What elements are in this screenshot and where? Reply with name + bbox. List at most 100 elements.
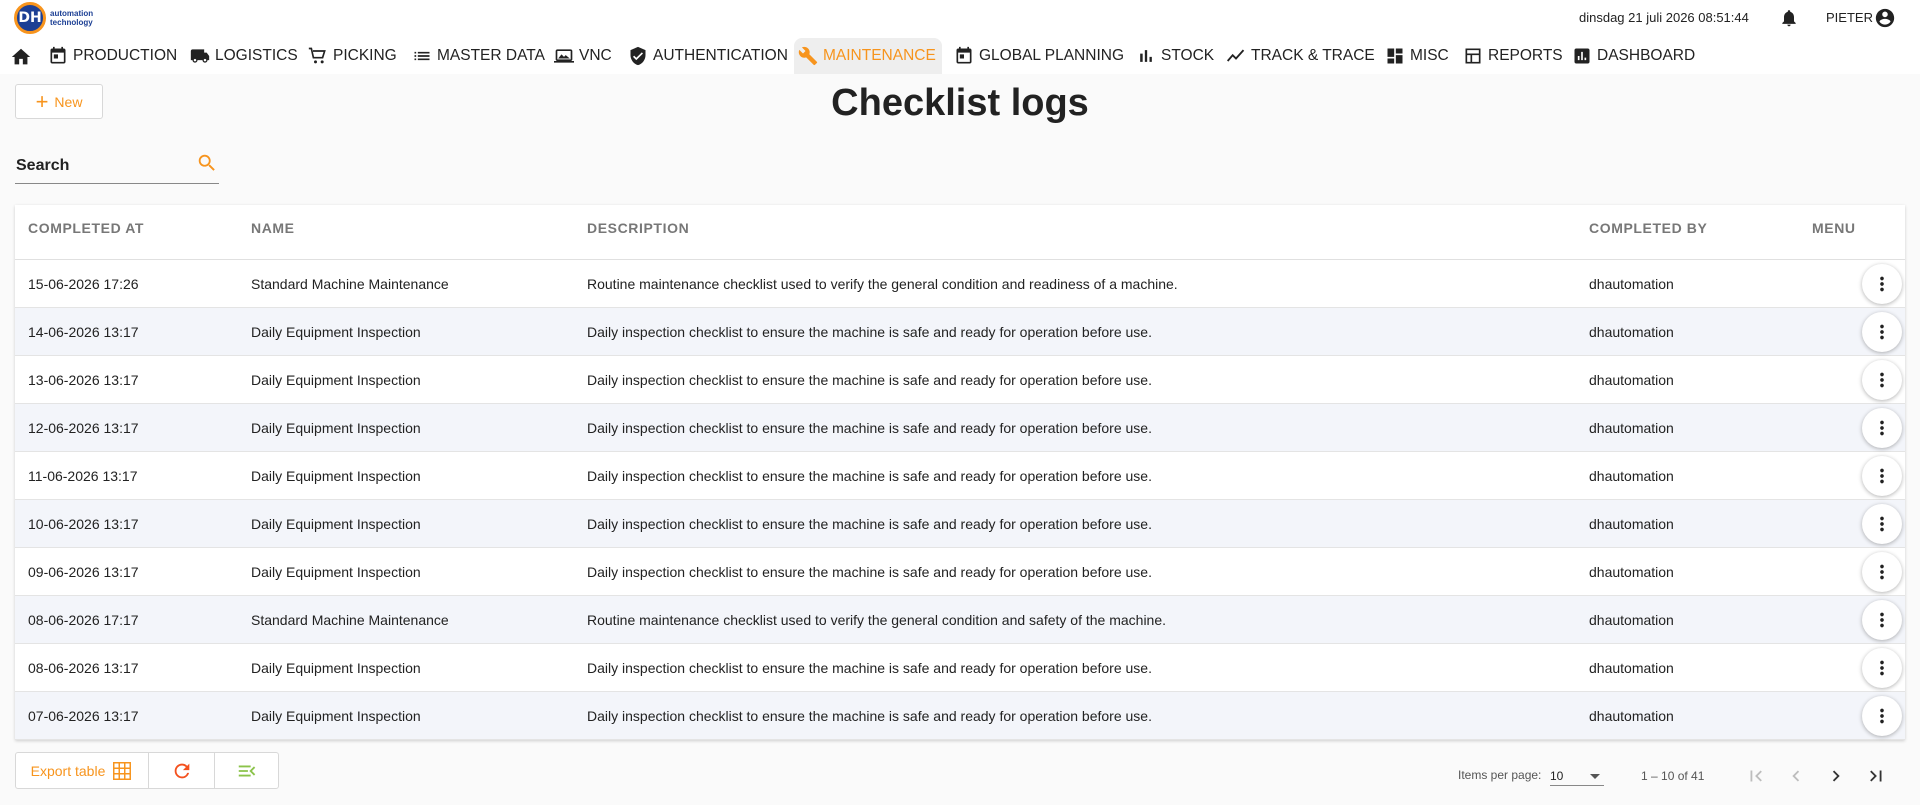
nav-label: TRACK & TRACE — [1251, 47, 1375, 64]
cell-description: Daily inspection checklist to ensure the… — [587, 372, 1152, 388]
last-page-button[interactable] — [1860, 760, 1892, 792]
calendar-icon — [956, 46, 972, 64]
row-menu-button[interactable] — [1862, 504, 1902, 544]
previous-page-button[interactable] — [1780, 760, 1812, 792]
table-row[interactable]: 07-06-2026 13:17 Daily Equipment Inspecti… — [15, 692, 1905, 740]
bar-chart-icon — [1140, 50, 1152, 62]
items-per-page-select[interactable]: 10 — [1550, 762, 1604, 786]
table-row[interactable]: 15-06-2026 17:26 Standard Machine Mainten… — [15, 260, 1905, 308]
cell-completed-at: 15-06-2026 17:26 — [28, 276, 139, 292]
nav-global-planning[interactable]: GLOBAL PLANNING — [954, 38, 1124, 74]
cell-description: Daily inspection checklist to ensure the… — [587, 516, 1152, 532]
nav-logistics[interactable]: LOGISTICS — [190, 38, 298, 74]
nav-authentication[interactable]: AUTHENTICATION — [628, 38, 788, 74]
search-icon[interactable] — [196, 152, 218, 174]
search-field — [15, 148, 219, 184]
cell-description: Routine maintenance checklist used to ve… — [587, 612, 1167, 628]
row-menu-button[interactable] — [1862, 456, 1902, 496]
logo-line-1: automation — [50, 9, 94, 18]
last-page-icon — [1870, 770, 1882, 782]
cell-name: Standard Machine Maintenance — [251, 276, 449, 292]
cell-name: Standard Machine Maintenance — [251, 612, 449, 628]
table-row[interactable]: 08-06-2026 17:17 Standard Machine Mainten… — [15, 596, 1905, 644]
column-header-completed-by[interactable]: COMPLETED BY — [1589, 220, 1707, 236]
first-page-button[interactable] — [1740, 760, 1772, 792]
nav-vnc[interactable]: VNC — [554, 38, 612, 74]
nav-label: AUTHENTICATION — [653, 47, 788, 64]
user-name[interactable]: PIETER — [1826, 10, 1873, 25]
nav-stock[interactable]: STOCK — [1136, 38, 1214, 74]
nav-master-data[interactable]: MASTER DATA — [412, 38, 545, 74]
cell-description: Daily inspection checklist to ensure the… — [587, 564, 1152, 580]
nav-dashboard[interactable]: DASHBOARD — [1572, 38, 1695, 74]
report-icon — [1465, 48, 1481, 64]
logo-text: automation technology — [50, 9, 93, 27]
cell-name: Daily Equipment Inspection — [251, 516, 421, 532]
row-menu-button[interactable] — [1862, 600, 1902, 640]
cell-description: Routine maintenance checklist used to ve… — [587, 276, 1178, 292]
checklist-logs-table: COMPLETED AT NAME DESCRIPTION COMPLETED … — [15, 205, 1905, 740]
cell-completed-at: 09-06-2026 13:17 — [28, 564, 139, 580]
cell-completed-by: dhautomation — [1589, 516, 1674, 532]
nav-label: VNC — [579, 47, 612, 64]
top-bar: DH automation technology dinsdag 21 juli… — [0, 0, 1920, 36]
cell-completed-at: 14-06-2026 13:17 — [28, 324, 139, 340]
cell-completed-by: dhautomation — [1589, 468, 1674, 484]
cart-icon — [308, 47, 326, 64]
cell-name: Daily Equipment Inspection — [251, 660, 421, 676]
nav-maintenance[interactable]: MAINTENANCE — [794, 38, 942, 74]
refresh-button[interactable] — [149, 753, 215, 788]
chevron-right-icon — [1832, 770, 1840, 782]
table-row[interactable]: 12-06-2026 13:17 Daily Equipment Inspecti… — [15, 404, 1905, 452]
cell-name: Daily Equipment Inspection — [251, 708, 421, 724]
nav-misc[interactable]: MISC — [1385, 38, 1449, 74]
table-row[interactable]: 14-06-2026 13:17 Daily Equipment Inspecti… — [15, 308, 1905, 356]
cell-name: Daily Equipment Inspection — [251, 468, 421, 484]
table-row[interactable]: 11-06-2026 13:17 Daily Equipment Inspecti… — [15, 452, 1905, 500]
cell-name: Daily Equipment Inspection — [251, 420, 421, 436]
export-table-button[interactable]: Export table — [16, 753, 149, 788]
row-menu-button[interactable] — [1862, 360, 1902, 400]
bell-icon[interactable] — [1779, 8, 1799, 28]
logo[interactable]: DH automation technology — [14, 2, 104, 34]
row-menu-button[interactable] — [1862, 312, 1902, 352]
table-row[interactable]: 13-06-2026 13:17 Daily Equipment Inspecti… — [15, 356, 1905, 404]
pagination-range: 1 – 10 of 41 — [1641, 769, 1705, 783]
table-row[interactable]: 10-06-2026 13:17 Daily Equipment Inspecti… — [15, 500, 1905, 548]
column-header-name[interactable]: NAME — [251, 220, 295, 236]
laptop-icon — [554, 49, 574, 63]
dashboard-icon — [1387, 48, 1403, 64]
row-menu-button[interactable] — [1862, 408, 1902, 448]
row-menu-button[interactable] — [1862, 648, 1902, 688]
more-vertical-icon — [1880, 276, 1884, 292]
refresh-icon — [174, 763, 189, 778]
nav-label: STOCK — [1161, 47, 1215, 64]
cell-completed-at: 12-06-2026 13:17 — [28, 420, 139, 436]
cell-completed-by: dhautomation — [1589, 324, 1674, 340]
more-vertical-icon — [1880, 612, 1884, 628]
first-page-icon — [1750, 770, 1762, 782]
nav-production[interactable]: PRODUCTION — [48, 38, 177, 74]
more-vertical-icon — [1880, 420, 1884, 436]
nav-track-trace[interactable]: TRACK & TRACE — [1226, 38, 1375, 74]
account-icon[interactable] — [1874, 7, 1896, 29]
row-menu-button[interactable] — [1862, 696, 1902, 736]
next-page-button[interactable] — [1820, 760, 1852, 792]
search-input[interactable] — [16, 157, 186, 175]
nav-label: DASHBOARD — [1597, 47, 1696, 64]
table-row[interactable]: 09-06-2026 13:17 Daily Equipment Inspecti… — [15, 548, 1905, 596]
cell-completed-by: dhautomation — [1589, 612, 1674, 628]
row-menu-button[interactable] — [1862, 264, 1902, 304]
nav-picking[interactable]: PICKING — [308, 38, 397, 74]
trend-icon — [1226, 49, 1245, 62]
row-menu-button[interactable] — [1862, 552, 1902, 592]
column-toggle-button[interactable] — [215, 753, 278, 788]
more-vertical-icon — [1880, 468, 1884, 484]
column-header-completed-at[interactable]: COMPLETED AT — [28, 220, 144, 236]
nav-reports[interactable]: REPORTS — [1463, 38, 1563, 74]
home-icon[interactable] — [10, 46, 32, 68]
cell-name: Daily Equipment Inspection — [251, 564, 421, 580]
table-row[interactable]: 08-06-2026 13:17 Daily Equipment Inspecti… — [15, 644, 1905, 692]
logo-mark: DH — [14, 2, 46, 34]
column-header-description[interactable]: DESCRIPTION — [587, 220, 689, 236]
